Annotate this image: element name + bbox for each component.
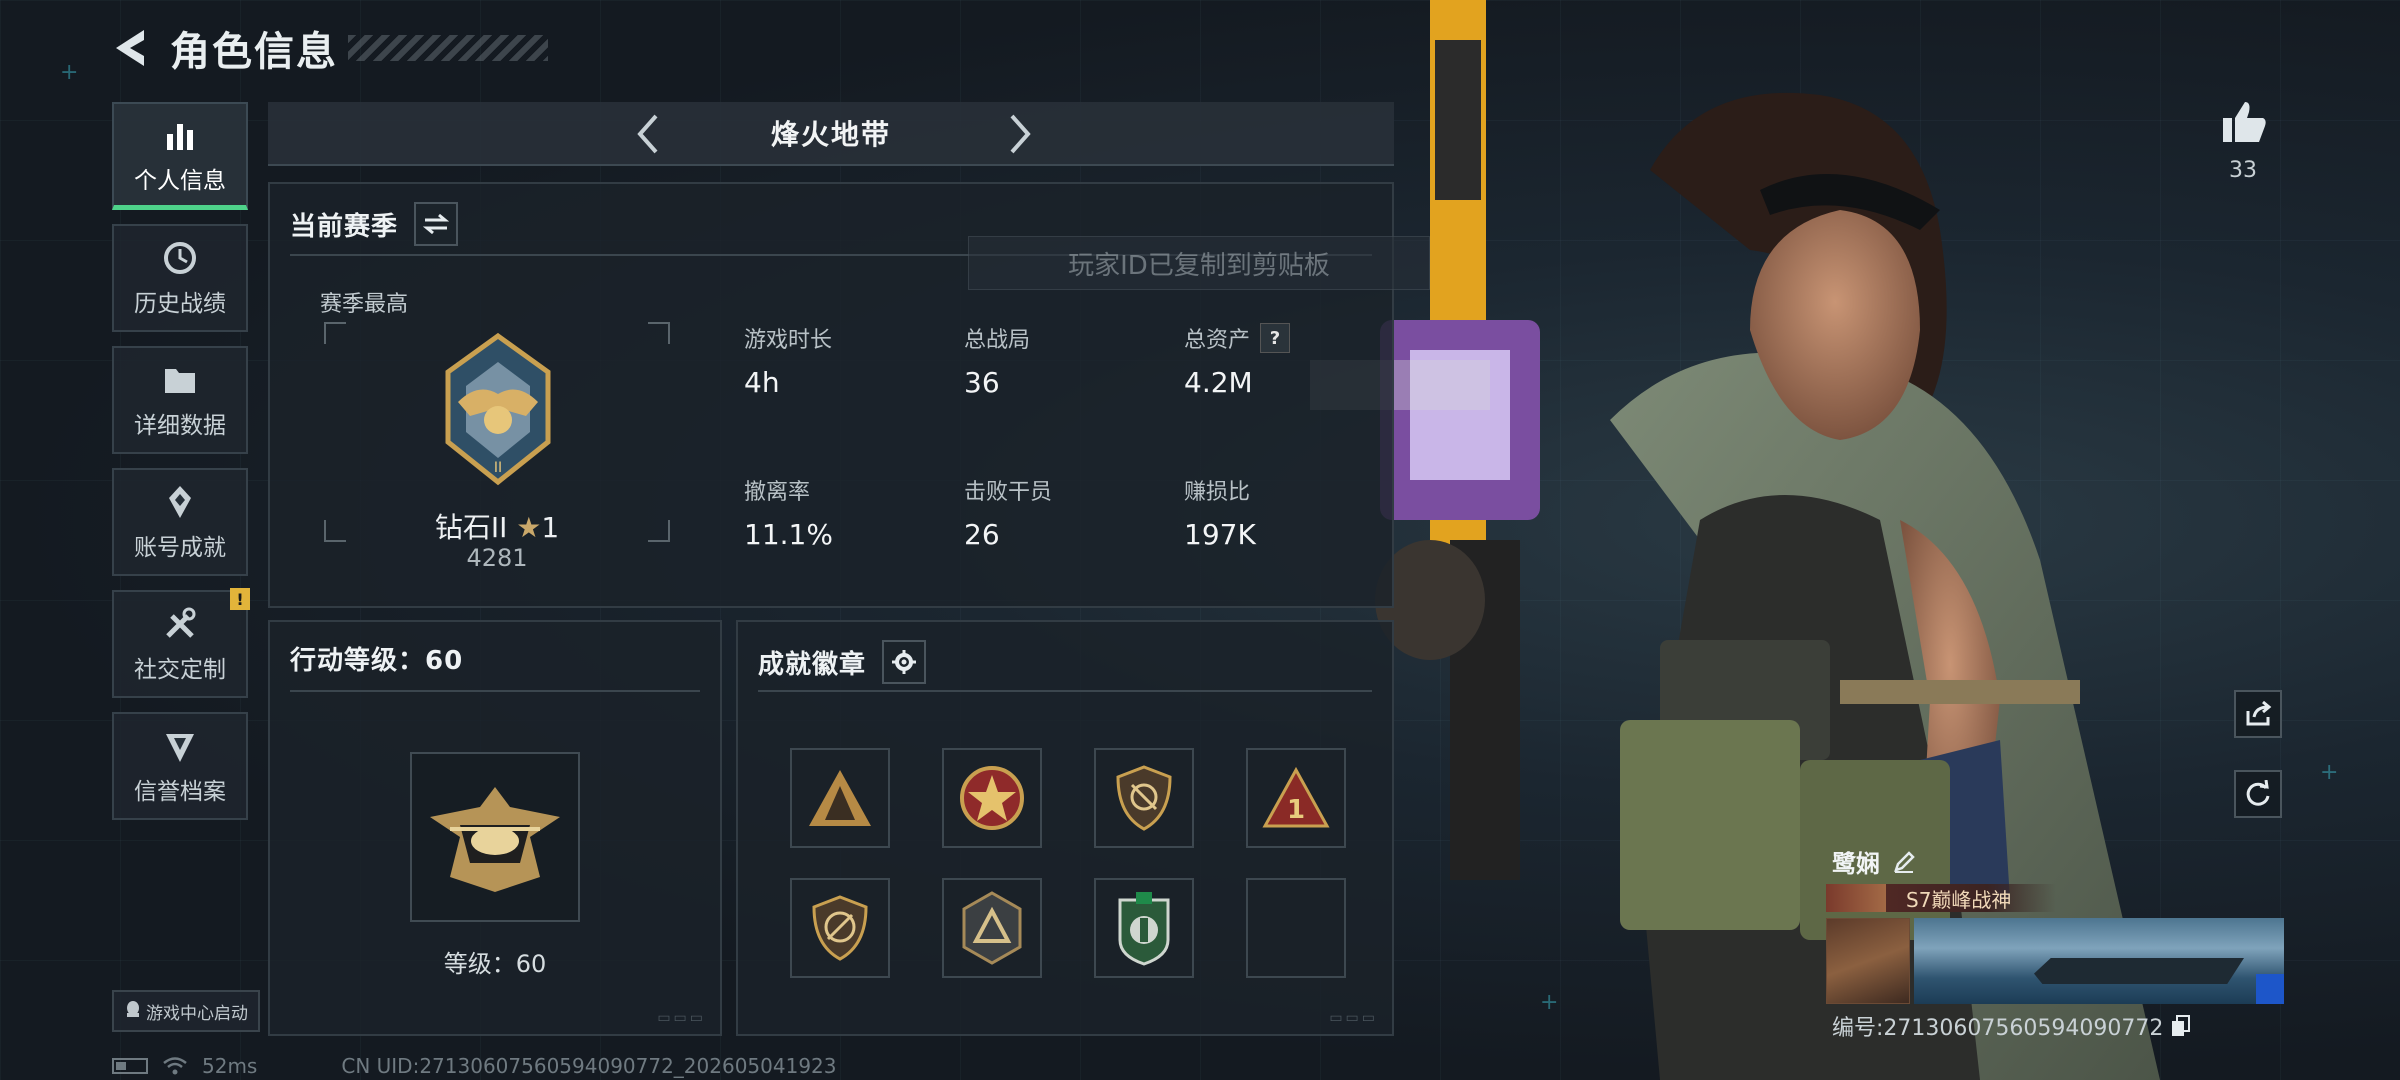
level-panel: 行动等级：60 等级：60 ▭▭▭ <box>268 620 722 1036</box>
sidebar-item-label: 账号成就 <box>134 535 226 561</box>
battery-icon <box>112 1058 148 1074</box>
stat-play-time: 游戏时长 4h <box>744 328 833 399</box>
plus-decoration: + <box>2320 760 2339 785</box>
game-center-launch-button[interactable]: 游戏中心启动 <box>112 990 260 1032</box>
svg-text:II: II <box>494 460 502 476</box>
back-arrow-icon[interactable] <box>110 26 150 70</box>
divider <box>758 690 1372 692</box>
green-emblem-badge[interactable] <box>1094 878 1194 978</box>
level-panel-title: 行动等级：60 <box>290 646 464 676</box>
helicopter-badge-icon <box>430 787 560 892</box>
edit-pencil-icon[interactable] <box>1892 850 1916 874</box>
sidebar-item-achievements[interactable]: 账号成就 <box>112 468 248 576</box>
status-uid: CN UID:271306075605940907​72_20260504192… <box>341 1054 837 1078</box>
rank-one-badge[interactable]: 1 <box>1246 748 1346 848</box>
sidebar-item-label: 信誉档案 <box>134 779 226 805</box>
corner-decoration: ▭▭▭ <box>657 1010 706 1026</box>
player-name: 鹭娴 <box>1832 850 1880 878</box>
sidebar-item-credit-record[interactable]: 信誉档案 <box>112 712 248 820</box>
sidebar-item-label: 个人信息 <box>134 167 226 194</box>
title-stripes-decoration <box>348 35 548 61</box>
level-badge[interactable] <box>410 752 580 922</box>
ping-value: 52ms <box>202 1054 258 1078</box>
rank-name: 钻石II <box>434 511 508 544</box>
season-panel-title: 当前赛季 <box>290 211 399 242</box>
sidebar-item-label: 历史战绩 <box>134 291 226 317</box>
tools-icon <box>160 604 200 644</box>
stat-total-assets: 总资产? 4.2M <box>1184 322 1291 399</box>
no-weapon-shield-badge[interactable] <box>790 878 890 978</box>
mode-title: 烽火地带 <box>770 118 891 151</box>
sidebar-item-detail-data[interactable]: 详细数据 <box>112 346 248 454</box>
credit-shield-icon <box>160 726 200 766</box>
sidebar-item-history[interactable]: 历史战绩 <box>112 224 248 332</box>
like-count: 33 <box>2229 158 2257 183</box>
stat-profit-loss-ratio: 赚损比 197K <box>1184 480 1256 551</box>
refresh-button[interactable] <box>2234 770 2282 818</box>
stat-operators-defeated: 击败干员 26 <box>964 480 1053 551</box>
player-avatar[interactable] <box>1826 918 1910 1004</box>
diamond-rank-emblem-icon: II <box>445 332 551 486</box>
help-icon[interactable]: ? <box>1260 323 1291 353</box>
ship-illustration <box>2034 958 2244 984</box>
divider <box>290 690 700 692</box>
badge-panel: 成就徽章 1 ▭▭▭ <box>736 620 1394 1036</box>
launch-label: 游戏中心启动 <box>146 1003 248 1024</box>
mode-selector: 烽火地带 <box>268 102 1394 166</box>
svg-text:1: 1 <box>1287 795 1305 825</box>
sidebar-item-label: 详细数据 <box>134 413 226 439</box>
red-star-badge[interactable] <box>942 748 1042 848</box>
star-icon: ★ <box>516 511 542 544</box>
history-clock-icon <box>160 238 200 278</box>
team-triangle-badge[interactable] <box>790 748 890 848</box>
rank-stars: 1 <box>541 511 560 544</box>
stat-extract-rate: 撤离率 11.1% <box>744 480 833 551</box>
gear-icon <box>892 650 917 674</box>
copy-toast: 玩家ID已复制到剪贴板 <box>968 236 1430 290</box>
badge-settings-button[interactable] <box>882 640 927 684</box>
player-uid-row: 编号:271306075605940907​72 <box>1832 1010 2191 1042</box>
empty-badge-slot[interactable] <box>1246 878 1346 978</box>
warning-badge: ! <box>230 588 250 610</box>
sidebar-item-personal-info[interactable]: 个人信息 <box>112 102 248 210</box>
corner-decoration: ▭▭▭ <box>1329 1010 1378 1026</box>
crossed-shield-badge[interactable] <box>1094 748 1194 848</box>
swap-icon <box>423 213 450 235</box>
stat-total-matches: 总战局 36 <box>964 328 1031 399</box>
page-title: 角色信息 <box>170 29 338 75</box>
player-name-card[interactable] <box>1914 918 2284 1004</box>
share-button[interactable] <box>2234 690 2282 738</box>
triangle-shield-badge[interactable] <box>942 878 1042 978</box>
thumbs-up-icon <box>2223 102 2266 142</box>
refresh-icon <box>2246 780 2270 806</box>
sidebar-item-label: 社交定制 <box>134 657 226 683</box>
achievement-icon <box>160 482 200 522</box>
badge-panel-title: 成就徽章 <box>758 649 867 680</box>
status-bar: 52ms CN UID:271306075605940907​72_202605… <box>112 1054 837 1078</box>
level-text: 等级：60 <box>443 950 547 978</box>
qq-icon <box>124 999 142 1024</box>
like-button[interactable] <box>2220 98 2268 146</box>
share-icon <box>2246 701 2272 726</box>
copy-icon[interactable] <box>2171 1015 2191 1037</box>
rank-score: 4281 <box>466 544 528 572</box>
season-best-label: 赛季最高 <box>320 292 409 317</box>
player-name-row: 鹭娴 <box>1832 844 1916 879</box>
title-glyph-icon <box>1826 884 1886 912</box>
title-tag-text: S7巅峰战神 <box>1906 887 2012 912</box>
card-corner-tag-icon <box>2256 974 2284 1004</box>
page-header: 角色信息 <box>110 24 548 75</box>
player-title-tag[interactable]: S7巅峰战神 <box>1826 884 2056 912</box>
sidebar-item-social-custom[interactable]: 社交定制 ! <box>112 588 250 698</box>
plus-decoration: + <box>60 60 79 85</box>
wifi-icon <box>163 1057 187 1075</box>
switch-season-button[interactable] <box>414 202 459 246</box>
folder-icon <box>160 360 200 400</box>
chevron-right-icon[interactable] <box>996 112 1040 156</box>
chevron-left-icon[interactable] <box>628 112 672 156</box>
player-uid: 编号:271306075605940907​72 <box>1832 1016 2164 1041</box>
rank-display: 钻石II ★1 <box>270 506 724 546</box>
bar-chart-icon <box>160 115 200 155</box>
